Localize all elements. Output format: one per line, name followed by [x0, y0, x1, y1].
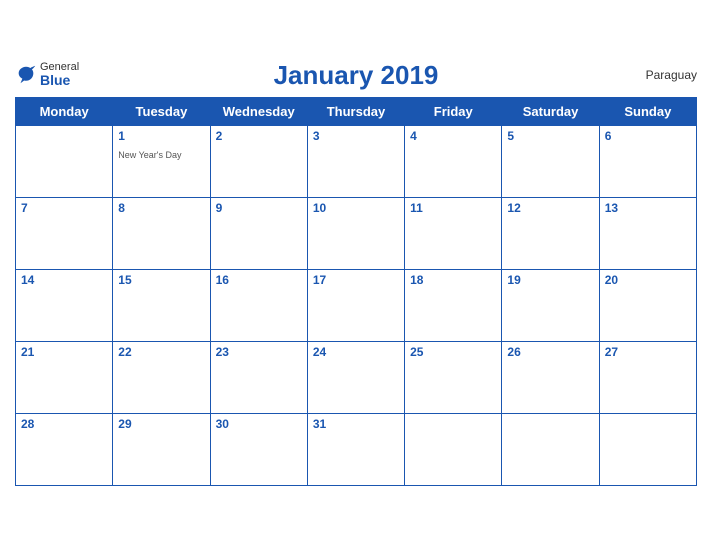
day-number: 6	[605, 129, 691, 143]
day-cell: 22	[113, 341, 210, 413]
day-number: 17	[313, 273, 399, 287]
day-number: 30	[216, 417, 302, 431]
day-cell: 25	[405, 341, 502, 413]
day-number: 18	[410, 273, 496, 287]
day-cell: 7	[16, 197, 113, 269]
day-number: 11	[410, 201, 496, 215]
day-cell: 12	[502, 197, 599, 269]
day-number: 13	[605, 201, 691, 215]
weekday-header-friday: Friday	[405, 97, 502, 125]
day-number: 5	[507, 129, 593, 143]
day-cell: 15	[113, 269, 210, 341]
day-cell: 29	[113, 413, 210, 485]
calendar-country: Paraguay	[646, 68, 697, 82]
day-number: 1	[118, 129, 204, 143]
calendar-table: MondayTuesdayWednesdayThursdayFridaySatu…	[15, 97, 697, 486]
day-number: 2	[216, 129, 302, 143]
day-number: 10	[313, 201, 399, 215]
day-cell: 26	[502, 341, 599, 413]
day-number: 4	[410, 129, 496, 143]
day-cell: 24	[307, 341, 404, 413]
day-cell: 9	[210, 197, 307, 269]
day-number: 8	[118, 201, 204, 215]
calendar-wrapper: General Blue January 2019 Paraguay Monda…	[0, 50, 712, 501]
day-number: 19	[507, 273, 593, 287]
day-number: 31	[313, 417, 399, 431]
day-cell: 6	[599, 125, 696, 197]
day-event: New Year's Day	[118, 150, 181, 160]
day-cell: 21	[16, 341, 113, 413]
day-number: 22	[118, 345, 204, 359]
weekday-header-thursday: Thursday	[307, 97, 404, 125]
day-number: 9	[216, 201, 302, 215]
day-number: 21	[21, 345, 107, 359]
day-number: 25	[410, 345, 496, 359]
day-number: 7	[21, 201, 107, 215]
day-cell: 27	[599, 341, 696, 413]
day-cell: 11	[405, 197, 502, 269]
day-cell: 30	[210, 413, 307, 485]
day-cell: 18	[405, 269, 502, 341]
day-cell: 1 New Year's Day	[113, 125, 210, 197]
calendar-title: January 2019	[274, 60, 439, 91]
logo-bird-icon	[15, 64, 37, 86]
weekday-header-monday: Monday	[16, 97, 113, 125]
logo-blue-text: Blue	[40, 73, 79, 88]
day-number: 23	[216, 345, 302, 359]
weekday-header-row: MondayTuesdayWednesdayThursdayFridaySatu…	[16, 97, 697, 125]
day-cell: 19	[502, 269, 599, 341]
day-cell	[405, 413, 502, 485]
day-number: 16	[216, 273, 302, 287]
day-cell	[16, 125, 113, 197]
day-number: 26	[507, 345, 593, 359]
calendar-row: 14 15 16 17 18 19 20	[16, 269, 697, 341]
day-cell: 20	[599, 269, 696, 341]
day-cell: 4	[405, 125, 502, 197]
day-number: 28	[21, 417, 107, 431]
calendar-header: General Blue January 2019 Paraguay	[15, 60, 697, 91]
calendar-row: 28 29 30 31	[16, 413, 697, 485]
weekday-header-wednesday: Wednesday	[210, 97, 307, 125]
day-cell: 13	[599, 197, 696, 269]
day-cell: 2	[210, 125, 307, 197]
calendar-row: 21 22 23 24 25 26 27	[16, 341, 697, 413]
day-cell: 3	[307, 125, 404, 197]
day-cell: 16	[210, 269, 307, 341]
weekday-header-tuesday: Tuesday	[113, 97, 210, 125]
day-cell: 17	[307, 269, 404, 341]
weekday-header-sunday: Sunday	[599, 97, 696, 125]
day-cell: 28	[16, 413, 113, 485]
day-cell: 8	[113, 197, 210, 269]
day-cell	[599, 413, 696, 485]
day-cell: 5	[502, 125, 599, 197]
day-cell: 10	[307, 197, 404, 269]
calendar-row: 1 New Year's Day 23456	[16, 125, 697, 197]
day-number: 20	[605, 273, 691, 287]
day-number: 24	[313, 345, 399, 359]
day-number: 14	[21, 273, 107, 287]
day-cell: 23	[210, 341, 307, 413]
day-number: 27	[605, 345, 691, 359]
day-cell	[502, 413, 599, 485]
logo: General Blue	[15, 61, 79, 88]
calendar-row: 789 10 11 12 13	[16, 197, 697, 269]
day-cell: 14	[16, 269, 113, 341]
day-number: 29	[118, 417, 204, 431]
day-number: 3	[313, 129, 399, 143]
day-cell: 31	[307, 413, 404, 485]
day-number: 12	[507, 201, 593, 215]
weekday-header-saturday: Saturday	[502, 97, 599, 125]
day-number: 15	[118, 273, 204, 287]
